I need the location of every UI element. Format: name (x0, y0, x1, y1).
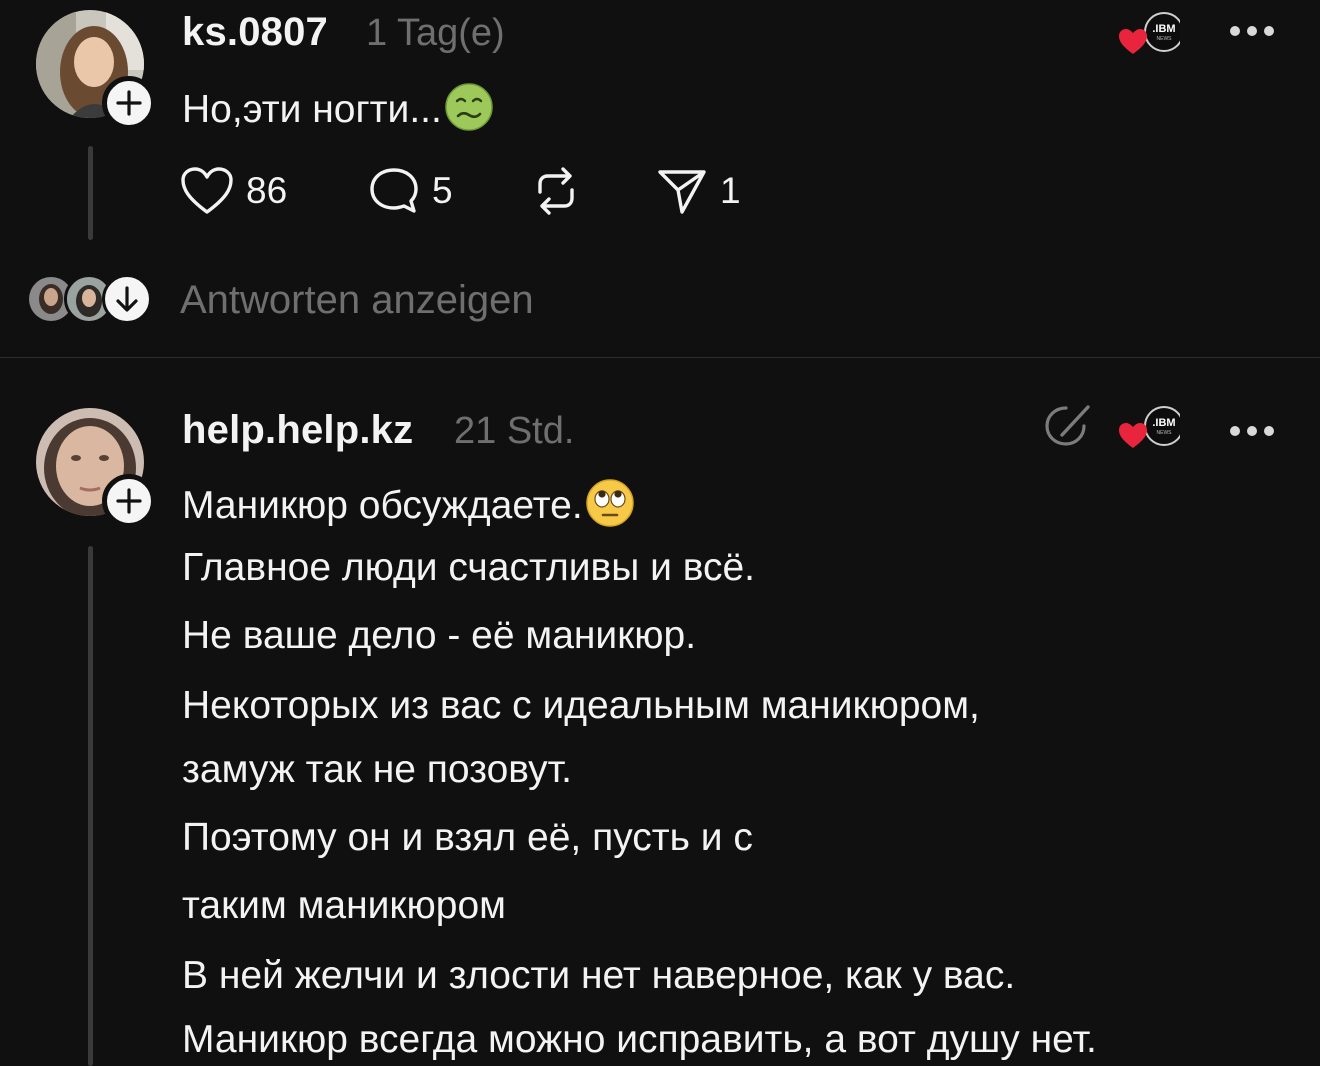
post-line-1: Маникюр обсуждаете. (182, 478, 635, 528)
more-dot (1264, 426, 1274, 436)
post-text: Но,эти ногти... (182, 82, 494, 132)
thread-line (88, 546, 93, 1066)
send-icon (658, 170, 706, 214)
comment-count: 5 (432, 170, 453, 211)
post-line-4: Некоторых из вас с идеальным маникюром, (182, 684, 980, 727)
like-button[interactable]: 86 (180, 166, 287, 216)
like-count: 86 (246, 170, 288, 211)
username[interactable]: help.help.kz (182, 408, 413, 453)
liked-by-author-badge[interactable]: .IBM NEWS (1118, 404, 1180, 452)
svg-text:NEWS: NEWS (1157, 36, 1173, 42)
share-button[interactable]: 1 (656, 166, 741, 216)
comment-icon (370, 168, 418, 213)
ibm-badge-label: .IBM (1152, 23, 1175, 35)
post-line-8: В ней желчи и злости нет наверное, как у… (182, 954, 1016, 997)
ibm-badge-label: .IBM (1152, 417, 1175, 429)
more-dot (1230, 426, 1240, 436)
thread-line (88, 146, 93, 240)
arrow-down-icon (116, 286, 138, 312)
liked-by-author-badge[interactable]: .IBM NEWS (1118, 10, 1180, 58)
post-line-6: Поэтому он и взял её, пусть и с (182, 816, 753, 859)
more-options-button[interactable] (1230, 24, 1274, 38)
post-line-1-text: Маникюр обсуждаете. (182, 484, 583, 527)
more-dot (1264, 26, 1274, 36)
more-dot (1247, 426, 1257, 436)
more-dot (1247, 26, 1257, 36)
timestamp: 21 Std. (454, 410, 575, 452)
more-dot (1230, 26, 1240, 36)
post-line-5: замуж так не позовут. (182, 748, 572, 791)
edit-icon[interactable] (1042, 402, 1096, 452)
post-text-content: Но,эти ногти... (182, 88, 442, 131)
timestamp: 1 Tag(e) (366, 12, 505, 54)
follow-button[interactable] (102, 474, 156, 528)
share-count: 1 (720, 170, 741, 211)
show-replies-link[interactable]: Antworten anzeigen (180, 278, 534, 323)
repost-button[interactable] (530, 166, 582, 216)
rolling-eyes-emoji (585, 479, 634, 527)
heart-icon (181, 167, 233, 214)
show-replies-arrow[interactable] (102, 274, 152, 324)
post-line-2: Главное люди счастливы и всё. (182, 546, 756, 589)
post-line-9: Маникюр всегда можно исправить, а вот ду… (182, 1018, 1097, 1061)
nauseated-face-emoji (445, 83, 493, 131)
repost-icon (538, 167, 574, 215)
comment-button[interactable]: 5 (368, 166, 453, 216)
username[interactable]: ks.0807 (182, 10, 328, 55)
post-line-7: таким маникюром (182, 884, 506, 927)
more-options-button[interactable] (1230, 424, 1274, 438)
post-line-3: Не ваше дело - её маникюр. (182, 614, 697, 657)
post-divider (0, 357, 1320, 358)
svg-text:NEWS: NEWS (1157, 430, 1173, 436)
follow-button[interactable] (102, 76, 156, 130)
